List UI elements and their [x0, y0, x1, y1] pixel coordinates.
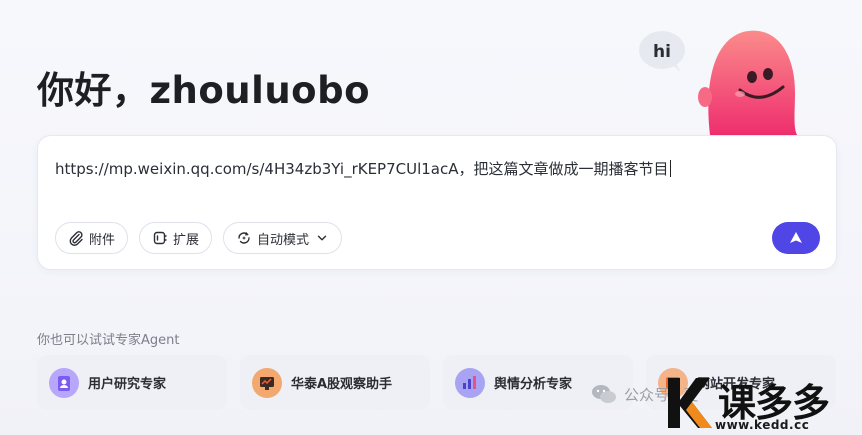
speech-bubble: hi — [639, 31, 685, 72]
sentiment-avatar — [455, 367, 485, 398]
clipboard-user-icon — [58, 375, 70, 391]
attach-button[interactable]: 附件 — [55, 222, 129, 254]
stock-monitor-icon — [260, 376, 274, 390]
extension-icon — [153, 231, 167, 245]
expert-section-heading: 你也可以试试专家Agent — [37, 333, 180, 348]
mascot-illustration: hi — [639, 30, 797, 135]
extend-button-label: 扩展 — [173, 232, 200, 248]
attach-button-label: 附件 — [89, 232, 116, 248]
arrow-up-icon — [790, 232, 802, 243]
mode-select-label: 自动模式 — [257, 232, 310, 248]
expert-card-htsc-stock[interactable]: 华泰A股观察助手 — [240, 355, 430, 410]
chevron-down-icon — [317, 235, 327, 241]
htsc-stock-avatar — [252, 367, 282, 398]
auto-mode-icon — [238, 232, 250, 244]
prompt-input-text: https://mp.weixin.qq.com/s/4H34zb3Yi_rKE… — [55, 160, 669, 178]
chat-composer: https://mp.weixin.qq.com/s/4H34zb3Yi_rKE… — [37, 135, 837, 270]
greeting-title: 你好，zhouluobo — [37, 69, 370, 112]
prompt-input[interactable]: https://mp.weixin.qq.com/s/4H34zb3Yi_rKE… — [55, 158, 671, 179]
user-research-avatar — [49, 367, 79, 398]
extend-button[interactable]: 扩展 — [139, 222, 213, 254]
bubble-text: hi — [653, 42, 671, 62]
expert-card-name: 华泰A股观察助手 — [291, 377, 393, 392]
mode-select[interactable]: 自动模式 — [223, 222, 343, 254]
text-caret — [669, 160, 671, 177]
wechat-icon — [592, 385, 616, 403]
expert-card-name: 用户研究专家 — [88, 377, 167, 392]
send-button[interactable] — [772, 222, 820, 254]
paperclip-icon — [69, 231, 83, 246]
sentiment-chart-icon — [463, 375, 476, 389]
expert-card-name: 舆情分析专家 — [494, 377, 573, 392]
expert-card-user-research[interactable]: 用户研究专家 — [37, 355, 227, 410]
kedd-url-text: www.kedd.cc — [715, 418, 810, 432]
